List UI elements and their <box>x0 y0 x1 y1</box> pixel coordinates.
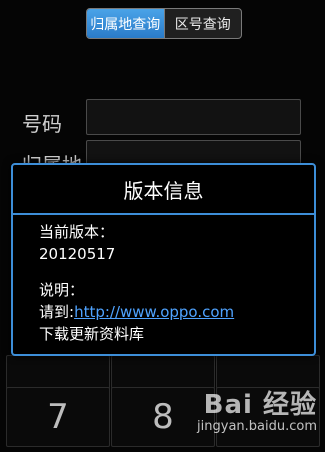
tab-area-code-query[interactable]: 区号查询 <box>163 9 242 38</box>
app-window: 归属地查询 区号查询 号码 归属地 7 8 版本信息 当前版本： 2012051… <box>0 0 325 452</box>
dialog-divider <box>13 213 314 215</box>
dialog-body: 当前版本： 20120517 说明： 请到:http://www.oppo.co… <box>39 221 307 345</box>
version-info-dialog: 版本信息 当前版本： 20120517 说明： 请到:http://www.op… <box>11 163 316 356</box>
dialog-title: 版本信息 <box>123 178 204 203</box>
version-label: 当前版本： <box>39 223 115 241</box>
number-label: 号码 <box>22 112 62 136</box>
tab-location-query[interactable]: 归属地查询 <box>87 9 164 38</box>
keypad-key-7[interactable]: 7 <box>6 387 110 447</box>
note-line: 请到:http://www.oppo.com <box>39 301 307 323</box>
note-prefix: 请到: <box>39 303 75 321</box>
note-suffix: 下载更新资料库 <box>39 325 145 343</box>
watermark-brand: Bai 经验 <box>203 390 317 420</box>
version-value: 20120517 <box>39 245 116 263</box>
note-label: 说明： <box>39 281 85 299</box>
watermark-url: jingyan.baidu.com <box>197 419 317 434</box>
number-input[interactable] <box>86 99 301 135</box>
query-tabs: 归属地查询 区号查询 <box>86 8 242 39</box>
baidu-watermark: Bai 经验 jingyan.baidu.com <box>152 384 317 442</box>
oppo-link[interactable]: http://www.oppo.com <box>74 303 234 321</box>
